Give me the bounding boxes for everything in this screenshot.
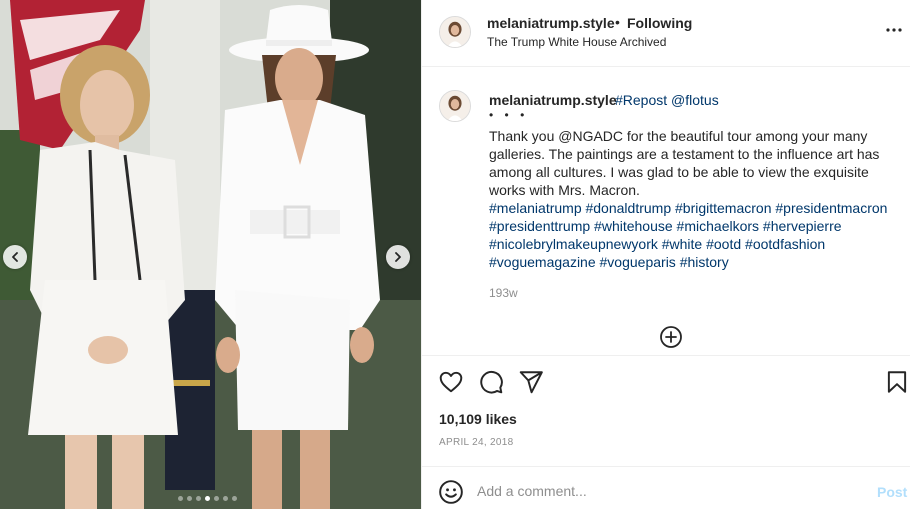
repost-link[interactable]: #Repost @flotus (615, 92, 719, 108)
caption-bullets: • • • (489, 108, 529, 122)
add-comment-bar: Post (422, 466, 910, 509)
post-header: melaniatrump.style • Following The Trump… (422, 0, 910, 67)
comment-bubble-icon[interactable] (478, 369, 504, 395)
carousel-dot (187, 496, 192, 501)
chevron-left-icon (12, 252, 18, 262)
carousel-dot (232, 496, 237, 501)
carousel-prev-button[interactable] (3, 245, 27, 269)
post-media[interactable] (0, 0, 421, 509)
comment-input[interactable] (477, 479, 857, 503)
post-button[interactable]: Post (877, 484, 907, 500)
following-button[interactable]: Following (627, 15, 692, 31)
carousel-dot (223, 496, 228, 501)
avatar-image (440, 17, 470, 47)
location-link[interactable]: The Trump White House Archived (487, 35, 666, 49)
post-photo (0, 0, 421, 509)
plus-circle-icon[interactable] (659, 325, 683, 349)
bookmark-icon[interactable] (884, 369, 910, 395)
separator-dot: • (615, 14, 620, 30)
caption-timestamp: 193w (489, 286, 518, 300)
comments-section: melaniatrump.style #Repost @flotus • • •… (422, 68, 910, 354)
post-date: APRIL 24, 2018 (439, 437, 514, 448)
likes-count[interactable]: 10,109 likes (439, 411, 517, 427)
caption-username[interactable]: melaniatrump.style (489, 92, 617, 108)
action-bar: 10,109 likes APRIL 24, 2018 (422, 355, 910, 465)
avatar-image (440, 91, 470, 121)
carousel-indicator (178, 496, 237, 501)
emoji-smile-icon[interactable] (438, 479, 464, 505)
carousel-next-button[interactable] (386, 245, 410, 269)
carousel-dot (178, 496, 183, 501)
caption-hashtags[interactable]: #melaniatrump #donaldtrump #brigittemacr… (489, 199, 904, 271)
heart-icon[interactable] (438, 369, 464, 395)
paper-plane-icon[interactable] (518, 369, 544, 395)
caption-avatar[interactable] (439, 90, 471, 122)
carousel-dot (205, 496, 210, 501)
avatar[interactable] (439, 16, 471, 48)
carousel-dot (196, 496, 201, 501)
caption-text: Thank you @NGADC for the beautiful tour … (489, 128, 880, 198)
post-sidebar: melaniatrump.style • Following The Trump… (421, 0, 910, 509)
chevron-right-icon (395, 252, 401, 262)
header-username[interactable]: melaniatrump.style (487, 15, 615, 31)
carousel-dot (214, 496, 219, 501)
more-horizontal-icon[interactable] (884, 20, 904, 40)
